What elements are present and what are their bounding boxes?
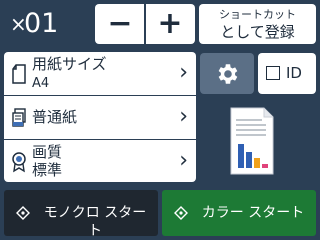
id-checkbox[interactable]	[266, 66, 280, 80]
chevron-right-icon: ›	[179, 104, 188, 129]
quality-icon	[12, 152, 26, 173]
setting-paper-size[interactable]: 用紙サイズ A4 ›	[4, 52, 196, 95]
minus-icon: −	[107, 6, 133, 41]
chevron-right-icon: ›	[179, 148, 188, 173]
copies-value: 01	[24, 8, 59, 39]
setting-value: 標準	[32, 161, 63, 179]
copies-stepper: − +	[95, 4, 195, 44]
gear-icon	[218, 63, 238, 84]
setting-label: 用紙サイズ	[32, 55, 107, 73]
copy-preview-image	[230, 107, 274, 175]
shortcut-label-line2: として登録	[220, 23, 295, 41]
setting-label: 普通紙	[32, 108, 78, 126]
copy-count-display: × 01	[4, 4, 92, 44]
setting-label: 画質	[32, 143, 63, 161]
color-start-button[interactable]: カラー スタート	[162, 190, 316, 236]
mono-start-label: モノクロ スタート	[43, 205, 147, 239]
decrease-copies-button[interactable]: −	[95, 4, 145, 44]
mono-start-button[interactable]: モノクロ スタート	[4, 190, 158, 239]
start-diamond-icon	[16, 206, 30, 220]
settings-list: 用紙サイズ A4 › 普通紙 › 画質 標準 ›	[4, 52, 196, 182]
setting-quality[interactable]: 画質 標準 ›	[4, 140, 196, 182]
chevron-right-icon: ›	[179, 60, 188, 85]
paper-type-icon	[12, 108, 26, 127]
register-shortcut-button[interactable]: ショートカット として登録	[199, 4, 316, 44]
plus-icon: +	[157, 6, 183, 41]
color-start-label: カラー スタート	[201, 205, 305, 221]
id-label: ID	[286, 64, 302, 82]
settings-gear-button[interactable]	[200, 53, 254, 94]
paper-size-icon	[12, 64, 26, 84]
start-diamond-icon	[174, 206, 188, 220]
setting-value: A4	[32, 76, 50, 91]
increase-copies-button[interactable]: +	[145, 4, 195, 44]
setting-paper-type[interactable]: 普通紙 ›	[4, 96, 196, 139]
shortcut-label-line1: ショートカット	[219, 8, 296, 21]
id-copy-toggle[interactable]: ID	[258, 53, 316, 94]
